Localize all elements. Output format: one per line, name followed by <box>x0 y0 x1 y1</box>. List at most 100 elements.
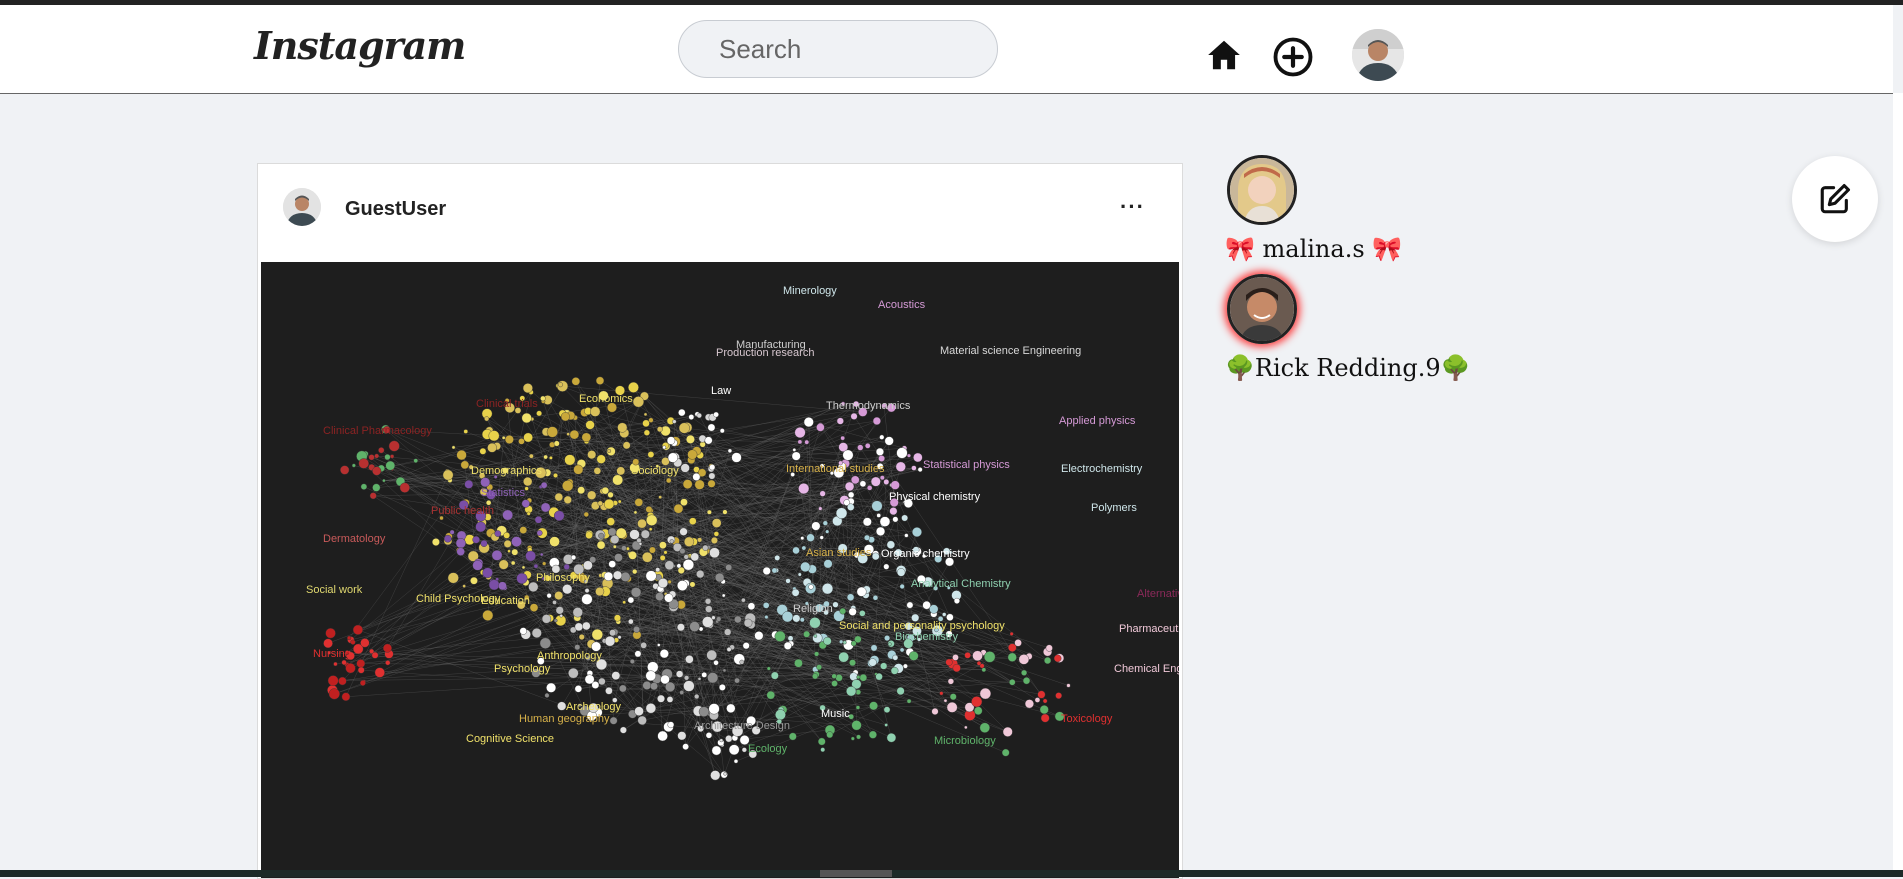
search-input[interactable] <box>679 21 997 77</box>
network-node <box>869 702 877 710</box>
profile-avatar[interactable] <box>1352 29 1404 81</box>
network-node <box>523 383 533 393</box>
network-node <box>605 687 612 694</box>
network-node <box>857 675 861 679</box>
network-label: Microbiology <box>934 735 996 747</box>
edit-icon <box>1818 182 1852 216</box>
network-node <box>685 655 693 663</box>
network-node <box>489 430 500 441</box>
story-avatar[interactable] <box>1227 274 1297 344</box>
network-label: Demographics <box>471 465 542 477</box>
network-node <box>1025 699 1034 708</box>
scroll-edge <box>1893 93 1903 870</box>
network-node <box>665 682 675 692</box>
network-node <box>657 643 660 646</box>
network-node <box>677 580 687 590</box>
network-node <box>800 562 810 572</box>
network-node <box>584 512 589 517</box>
network-node <box>709 548 719 558</box>
network-node <box>896 462 906 472</box>
home-icon[interactable] <box>1205 36 1243 74</box>
network-node <box>659 542 666 549</box>
network-node <box>554 441 559 446</box>
network-label: Biochemistry <box>895 631 958 643</box>
network-node <box>724 629 731 636</box>
network-node <box>360 638 369 647</box>
network-node <box>347 636 351 640</box>
network-node <box>530 604 538 612</box>
network-node <box>831 680 837 686</box>
network-node <box>432 538 439 545</box>
more-options-icon[interactable]: ··· <box>1120 194 1145 220</box>
network-node <box>465 480 473 488</box>
network-node <box>522 413 532 423</box>
network-node <box>637 538 642 543</box>
network-node <box>727 647 731 651</box>
network-node <box>660 649 669 658</box>
network-node <box>562 480 573 491</box>
network-node <box>626 547 629 550</box>
network-node <box>492 550 502 560</box>
network-node <box>646 506 652 512</box>
network-node <box>560 614 563 617</box>
network-node <box>809 617 820 628</box>
network-node <box>481 540 488 547</box>
post-author-avatar[interactable] <box>283 188 321 226</box>
network-node <box>907 602 913 608</box>
post-image: MinerologyAcousticsManufacturingProducti… <box>261 262 1179 878</box>
network-label: Sociology <box>631 465 679 477</box>
network-node <box>1046 645 1053 652</box>
network-node <box>610 717 617 724</box>
network-node <box>614 615 621 622</box>
network-node <box>689 518 696 525</box>
network-node <box>369 454 375 460</box>
network-node <box>385 660 390 665</box>
network-label: Economics <box>579 393 633 405</box>
search-box[interactable] <box>678 20 998 78</box>
network-node <box>821 748 825 752</box>
network-node <box>632 569 637 574</box>
story-username[interactable]: 🌳Rick Redding.9🌳 <box>1225 354 1471 382</box>
network-node <box>668 453 678 463</box>
network-node <box>508 550 511 553</box>
story-username[interactable]: 🎀 malina.s 🎀 <box>1225 235 1402 263</box>
network-node <box>885 437 894 446</box>
network-label: Electrochemistry <box>1061 463 1143 475</box>
network-node <box>1023 677 1030 684</box>
top-navbar: Instagram <box>0 5 1893 94</box>
network-node <box>843 641 846 644</box>
network-node <box>583 561 592 570</box>
network-node <box>805 440 809 444</box>
network-node <box>709 473 715 479</box>
network-node <box>618 636 622 640</box>
network-node <box>527 512 531 516</box>
network-node <box>948 678 954 684</box>
network-node <box>857 587 866 596</box>
network-node <box>709 704 720 715</box>
network-node <box>839 652 849 662</box>
add-post-icon[interactable] <box>1272 36 1314 78</box>
network-node <box>823 521 828 526</box>
network-node <box>775 555 780 560</box>
network-node <box>617 423 627 433</box>
edit-button[interactable] <box>1792 156 1878 242</box>
network-node <box>801 536 804 539</box>
story-avatar[interactable] <box>1227 155 1297 225</box>
network-node <box>888 643 891 646</box>
network-node <box>816 423 824 431</box>
network-node <box>907 454 911 458</box>
instagram-logo[interactable]: Instagram <box>254 23 465 68</box>
network-node <box>836 674 843 681</box>
network-node <box>565 455 576 466</box>
network-node <box>586 421 595 430</box>
network-node <box>659 495 662 498</box>
network-node <box>795 427 806 438</box>
network-node <box>680 528 688 536</box>
network-node <box>1008 653 1017 662</box>
network-label: Toxicology <box>1061 713 1113 725</box>
network-node <box>880 663 887 670</box>
post-username[interactable]: GuestUser <box>345 198 446 221</box>
network-node <box>708 480 716 488</box>
network-node <box>792 452 801 461</box>
network-label: Social work <box>306 584 363 596</box>
